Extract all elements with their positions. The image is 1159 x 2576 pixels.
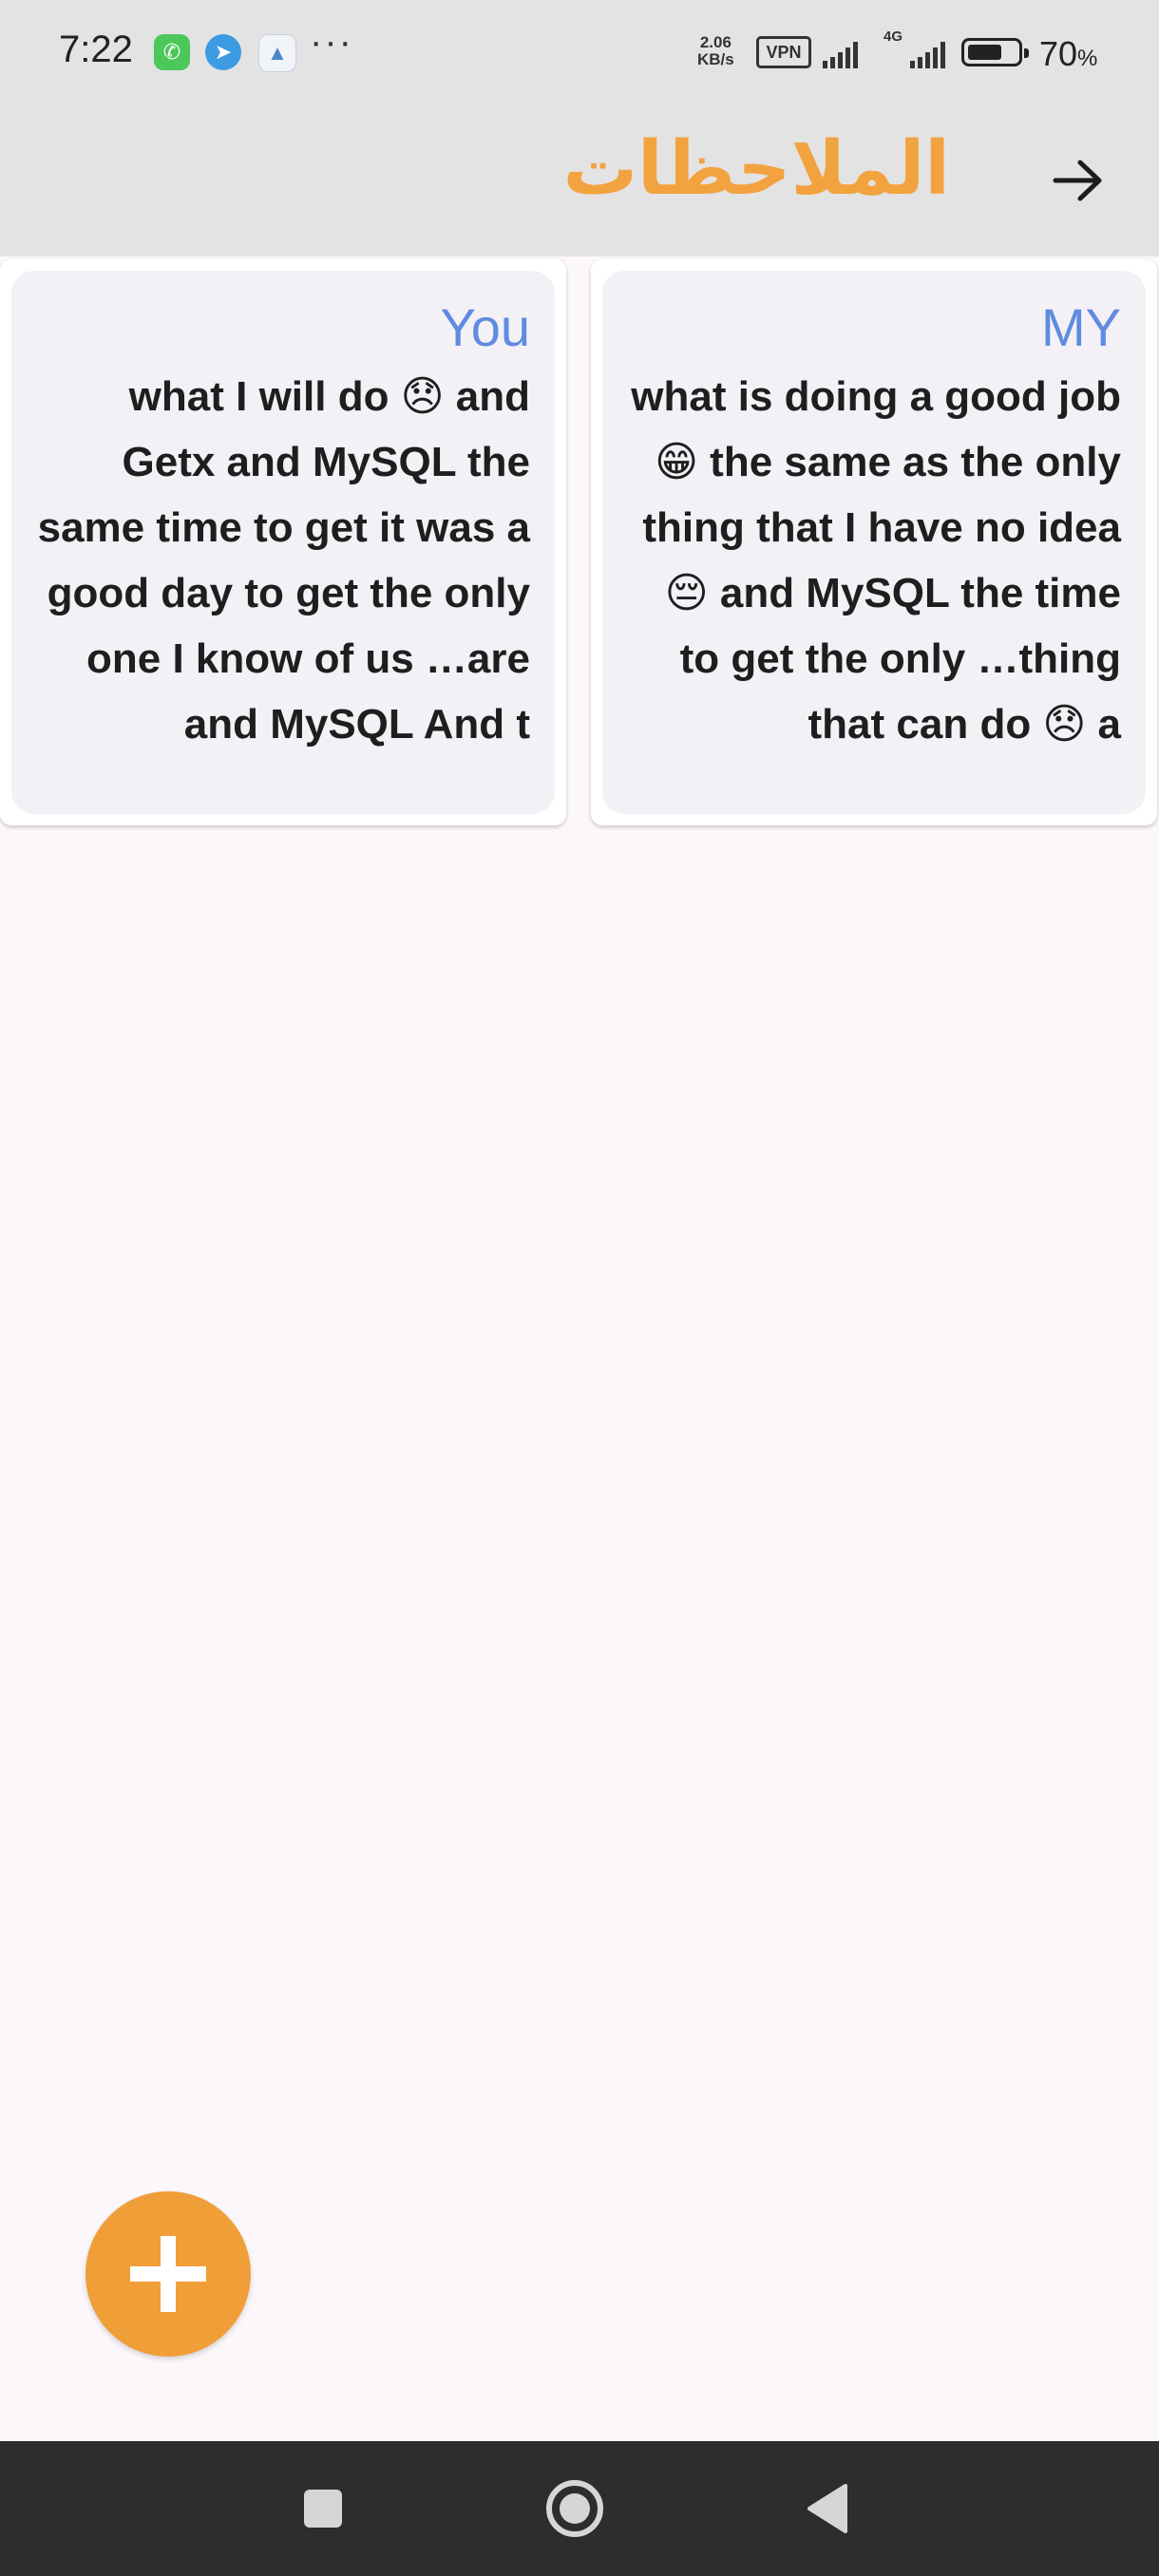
arrow-right-icon <box>1053 160 1102 201</box>
net-speed-value: 2.06 <box>699 33 732 51</box>
signal-strength-icon <box>823 40 858 68</box>
cleaner-icon: ▲ <box>258 34 296 72</box>
note-card-content: MY what is doing a good job 😁 the same a… <box>602 271 1146 814</box>
note-card-content: You what I will do 😞 and Getx and MySQL … <box>11 271 555 814</box>
circle-icon <box>546 2480 603 2537</box>
system-navigation-bar <box>0 2441 1159 2576</box>
battery-icon <box>961 38 1029 66</box>
net-speed: 2.06 KB/s <box>697 34 734 68</box>
system-back-button[interactable] <box>796 2477 859 2540</box>
battery-percent: 70% <box>1039 34 1098 73</box>
net-speed-unit: KB/s <box>697 50 734 68</box>
home-button[interactable] <box>543 2477 606 2540</box>
square-icon <box>304 2490 342 2528</box>
triangle-back-icon <box>808 2484 847 2533</box>
back-button[interactable] <box>1045 147 1112 214</box>
note-card[interactable]: MY what is doing a good job 😁 the same a… <box>591 259 1157 825</box>
telegram-icon: ➤ <box>205 34 241 70</box>
whatsapp-icon: ✆ <box>154 34 190 70</box>
battery-fill <box>968 45 1001 60</box>
status-time: 7:22 <box>59 28 133 70</box>
note-body: what I will do 😞 and Getx and MySQL the … <box>37 373 530 748</box>
page-title: الملاحظات <box>562 126 950 212</box>
vpn-badge: VPN <box>756 36 811 68</box>
more-notifications-icon: ··· <box>310 21 353 63</box>
add-note-button[interactable] <box>86 2191 251 2357</box>
note-title: MY <box>1041 297 1121 357</box>
app-bar: الملاحظات <box>0 109 1159 256</box>
signal-strength-4g-icon <box>910 40 945 68</box>
note-title: You <box>440 297 531 357</box>
plus-icon <box>130 2236 206 2312</box>
recent-apps-button[interactable] <box>292 2477 354 2540</box>
network-type-label: 4G <box>884 28 903 45</box>
note-body: what is doing a good job 😁 the same as t… <box>631 373 1121 748</box>
note-card[interactable]: You what I will do 😞 and Getx and MySQL … <box>0 259 566 825</box>
status-bar: 7:22 ✆ ➤ ▲ ··· 2.06 KB/s VPN 4G 70% <box>0 0 1159 109</box>
